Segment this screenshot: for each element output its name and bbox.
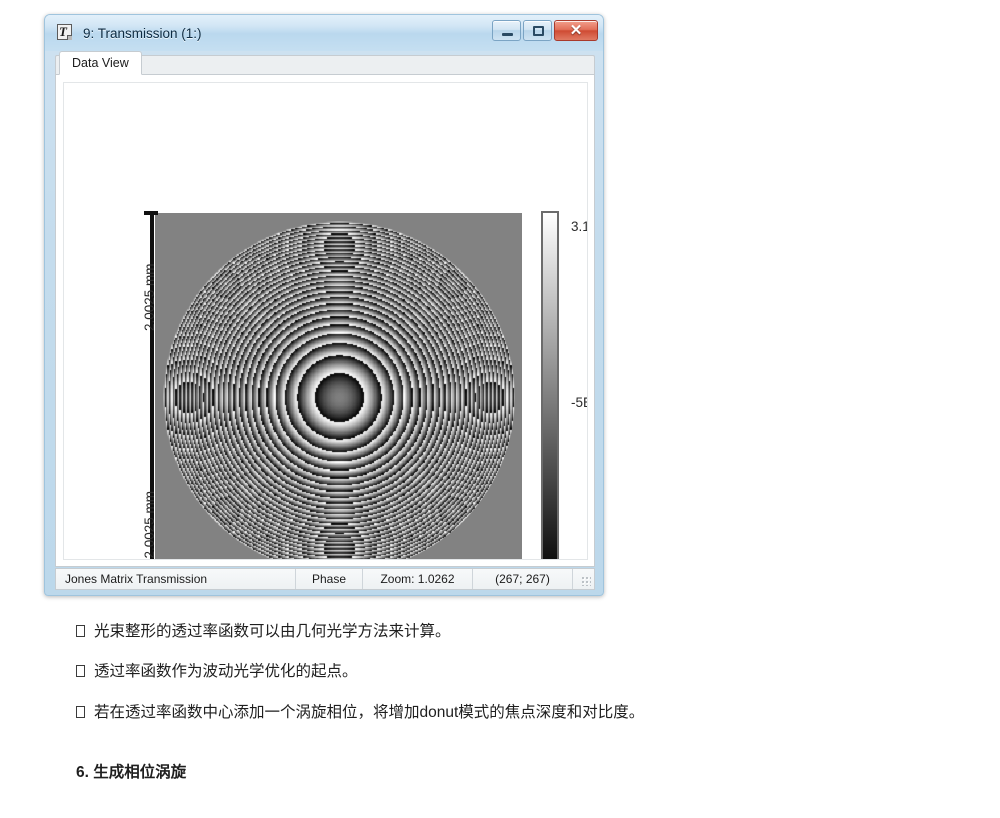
bullet-box-icon bbox=[76, 665, 85, 678]
data-view-panel: 2.0025 mm -2.0025 mm -2.0025 mm 2.0025 m… bbox=[55, 74, 595, 567]
status-source: Jones Matrix Transmission bbox=[56, 569, 296, 589]
list-item-text: 若在透过率函数中心添加一个涡旋相位，将增加donut模式的焦点深度和对比度。 bbox=[94, 703, 645, 721]
tab-strip: Data View bbox=[55, 51, 595, 75]
colorbar bbox=[541, 211, 559, 559]
radial-phase-pattern bbox=[162, 220, 515, 559]
status-coordinates: (267; 267) bbox=[473, 569, 573, 589]
y-axis-tick-top bbox=[144, 211, 158, 215]
y-axis-label-max: 2.0025 mm bbox=[142, 263, 157, 331]
list-item-text: 透过率函数作为波动光学优化的起点。 bbox=[94, 663, 358, 681]
section-heading: 6. 生成相位涡旋 bbox=[76, 763, 187, 781]
bullet-box-icon bbox=[76, 625, 85, 637]
transmission-window: T 9: Transmission (1:) ✕ Data View 2.002… bbox=[44, 14, 604, 596]
window-controls: ✕ bbox=[492, 20, 598, 41]
phase-heatmap[interactable] bbox=[155, 213, 522, 559]
minimize-icon bbox=[502, 33, 513, 36]
maximize-icon bbox=[533, 26, 544, 36]
y-axis-label-min: -2.0025 mm bbox=[142, 490, 157, 560]
page-root: T 9: Transmission (1:) ✕ Data View 2.002… bbox=[0, 0, 1000, 818]
list-item-text: 光束整形的透过率函数可以由几何光学方法来计算。 bbox=[94, 623, 451, 640]
list-item: 若在透过率函数中心添加一个涡旋相位，将增加donut模式的焦点深度和对比度。 bbox=[76, 701, 1000, 724]
document-t-icon-glyph: T bbox=[59, 24, 67, 39]
plot-canvas[interactable]: 2.0025 mm -2.0025 mm -2.0025 mm 2.0025 m… bbox=[63, 82, 588, 560]
list-item: 透过率函数作为波动光学优化的起点。 bbox=[76, 660, 1000, 683]
window-title: 9: Transmission (1:) bbox=[83, 25, 202, 41]
status-bar: Jones Matrix Transmission Phase Zoom: 1.… bbox=[55, 568, 595, 590]
minimize-button[interactable] bbox=[492, 20, 521, 41]
status-zoom: Zoom: 1.0262 bbox=[363, 569, 473, 589]
close-button[interactable]: ✕ bbox=[554, 20, 598, 41]
document-body: 光束整形的透过率函数可以由几何光学方法来计算。 透过率函数作为波动光学优化的起点… bbox=[0, 620, 1000, 782]
close-icon: ✕ bbox=[569, 22, 583, 39]
tab-data-view[interactable]: Data View bbox=[59, 51, 142, 75]
colorbar-label-mid: -5E-4 bbox=[571, 395, 587, 410]
colorbar-label-max: 3.1406 bbox=[571, 219, 588, 234]
resize-grip-icon[interactable] bbox=[573, 569, 594, 589]
status-quantity: Phase bbox=[296, 569, 363, 589]
maximize-button[interactable] bbox=[523, 20, 552, 41]
document-t-icon: T bbox=[57, 24, 75, 42]
bullet-box-icon bbox=[76, 705, 85, 718]
window-title-bar[interactable]: T 9: Transmission (1:) ✕ bbox=[45, 15, 603, 51]
list-item: 光束整形的透过率函数可以由几何光学方法来计算。 bbox=[76, 620, 1000, 643]
